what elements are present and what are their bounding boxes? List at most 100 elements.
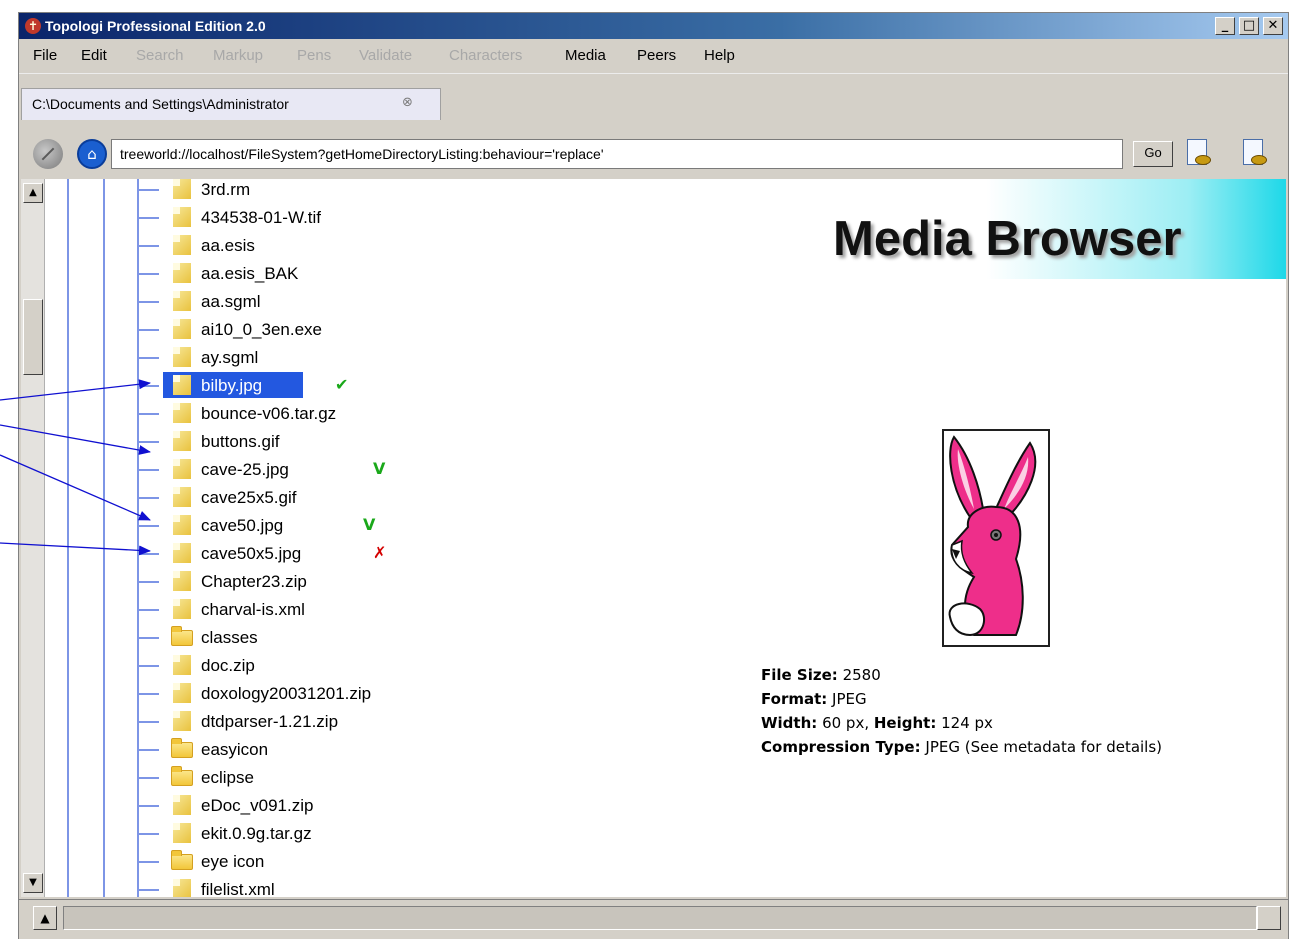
tree-connector <box>139 413 159 415</box>
tree-connector <box>139 301 159 303</box>
horizontal-scroll-track[interactable] <box>63 906 1257 930</box>
scroll-down-button[interactable]: ▼ <box>23 873 43 893</box>
maximize-button[interactable]: □ <box>1239 17 1259 35</box>
horizontal-scroll-button[interactable] <box>1257 906 1281 930</box>
file-icon <box>173 375 191 395</box>
tab-label: C:\Documents and Settings\Administrator <box>32 96 289 112</box>
home-icon[interactable]: ⌂ <box>77 139 107 169</box>
menu-characters[interactable]: Characters <box>449 47 522 64</box>
tree-item-label: eclipse <box>201 768 254 787</box>
tree-item-label: Chapter23.zip <box>201 572 307 591</box>
tree-item-label: 434538-01-W.tif <box>201 208 322 227</box>
tree-connector <box>139 693 159 695</box>
go-button[interactable]: Go <box>1133 141 1173 167</box>
tree-item-label: doc.zip <box>201 656 255 675</box>
file-icon <box>173 879 191 897</box>
tree-connector <box>139 749 159 751</box>
tree-item-label: charval-is.xml <box>201 600 305 619</box>
tree-connector <box>139 721 159 723</box>
tree-item-label: eDoc_v091.zip <box>201 796 314 815</box>
tree-item-label: cave50.jpg <box>201 516 284 535</box>
tree-connector <box>139 441 159 443</box>
minimize-button[interactable]: _ <box>1215 17 1235 35</box>
file-icon <box>173 179 191 199</box>
menu-edit[interactable]: Edit <box>81 47 107 64</box>
compression-row: Compression Type: JPEG (See metadata for… <box>761 735 1162 759</box>
tree-item-label: 3rd.rm <box>201 180 251 199</box>
file-icon <box>173 459 191 479</box>
app-window: ✝ Topologi Professional Edition 2.0 _ □ … <box>18 12 1289 939</box>
tree-item-label: ai10_0_3en.exe <box>201 320 323 339</box>
compression-value: JPEG (See metadata for details) <box>925 738 1163 756</box>
file-icon <box>173 235 191 255</box>
tree-item-label: ay.sgml <box>201 348 259 367</box>
validation-fail-icon: ✗ <box>373 543 387 562</box>
file-icon <box>173 487 191 507</box>
url-field[interactable]: treeworld://localhost/FileSystem?getHome… <box>111 139 1123 169</box>
image-preview <box>942 429 1050 647</box>
tree-item-label: classes <box>201 628 258 647</box>
tree-item-label: buttons.gif <box>201 432 280 451</box>
window-title: Topologi Professional Edition 2.0 <box>45 18 266 34</box>
file-icon <box>173 599 191 619</box>
tree-connector <box>139 777 159 779</box>
tree-item-label: cave-25.jpg <box>201 460 289 479</box>
menu-file[interactable]: File <box>33 47 57 64</box>
scroll-thumb[interactable] <box>23 299 43 375</box>
close-button[interactable]: ✕ <box>1263 17 1283 35</box>
view-document-icon[interactable] <box>1181 137 1215 173</box>
tree-connector <box>139 833 159 835</box>
tree-connector <box>139 889 159 891</box>
tree-item-label: ekit.0.9g.tar.gz <box>201 824 312 843</box>
file-icon <box>173 683 191 703</box>
tree-guide-line <box>137 179 139 897</box>
menu-validate[interactable]: Validate <box>359 47 412 64</box>
file-icon <box>173 263 191 283</box>
status-bar: ▲ <box>19 899 1288 939</box>
tree-item-label: easyicon <box>201 740 269 759</box>
file-icon <box>173 403 191 423</box>
format-label: Format: <box>761 690 828 708</box>
title-bar[interactable]: ✝ Topologi Professional Edition 2.0 _ □ … <box>19 13 1288 39</box>
tree-connector <box>139 497 159 499</box>
bunny-image <box>948 435 1037 637</box>
content-pane: ▲ ▼ 3rd.rm 434538-01-W.tif aa.esis aa.esis_… <box>21 179 1286 897</box>
format-row: Format: JPEG <box>761 687 1162 711</box>
tree-connector <box>139 861 159 863</box>
tab-home-directory[interactable]: C:\Documents and Settings\Administrator … <box>21 88 441 120</box>
media-browser-title: Media Browser <box>833 212 1182 266</box>
tree-item-label: aa.esis_BAK <box>201 264 299 283</box>
media-document-icon[interactable] <box>1237 137 1271 173</box>
file-icon <box>173 319 191 339</box>
tree-connector <box>139 525 159 527</box>
file-size-row: File Size: 2580 <box>761 663 1162 687</box>
tree-item-label: eye icon <box>201 852 265 871</box>
tree-connector <box>139 665 159 667</box>
tree-item-label: bounce-v06.tar.gz <box>201 404 337 423</box>
menu-pens[interactable]: Pens <box>297 47 331 64</box>
stop-icon[interactable] <box>33 139 63 169</box>
file-icon <box>173 571 191 591</box>
tree-scrollbar[interactable]: ▲ ▼ <box>21 179 45 897</box>
tree-guide-line <box>67 179 69 897</box>
menu-help[interactable]: Help <box>704 47 735 64</box>
status-up-button[interactable]: ▲ <box>33 906 57 930</box>
tree-connector <box>139 217 159 219</box>
format-value: JPEG <box>832 690 867 708</box>
tree-item-label: filelist.xml <box>201 880 275 897</box>
menu-search[interactable]: Search <box>136 47 184 64</box>
file-icon <box>173 431 191 451</box>
tree-guide-line <box>103 179 105 897</box>
menu-markup[interactable]: Markup <box>213 47 263 64</box>
width-value: 60 px, <box>822 714 870 732</box>
menu-peers[interactable]: Peers <box>637 47 676 64</box>
file-icon <box>173 543 191 563</box>
menu-media[interactable]: Media <box>565 47 606 64</box>
tab-close-icon[interactable]: ⊗ <box>402 95 413 110</box>
file-size-label: File Size: <box>761 666 838 684</box>
tab-bar: C:\Documents and Settings\Administrator … <box>19 73 1288 131</box>
scroll-up-button[interactable]: ▲ <box>23 183 43 203</box>
file-info: File Size: 2580 Format: JPEG Width: 60 p… <box>761 663 1162 759</box>
tree-connector <box>139 469 159 471</box>
tree-connector <box>139 637 159 639</box>
